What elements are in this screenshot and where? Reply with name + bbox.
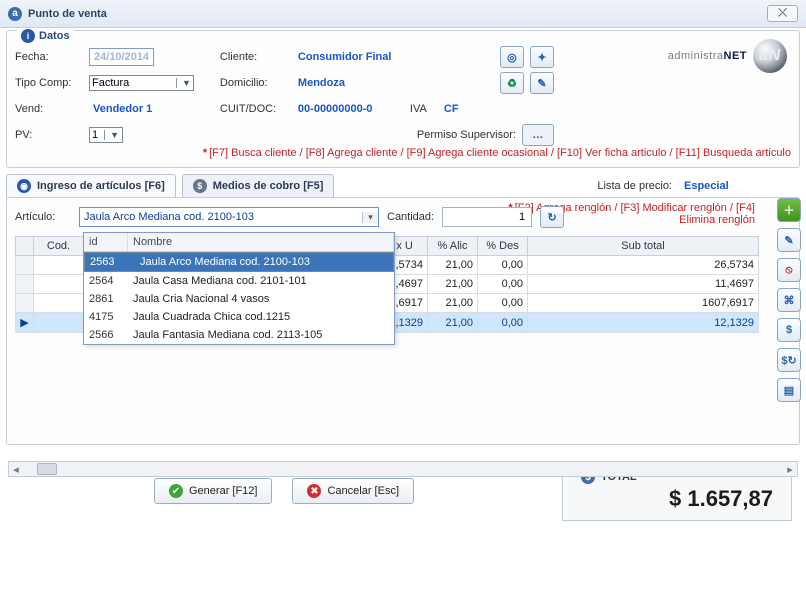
cantidad-label: Cantidad: [387, 211, 434, 223]
tab-ingreso[interactable]: ◉ Ingreso de artículos [F6] [6, 174, 176, 198]
tab-ingreso-label: Ingreso de artículos [F6] [37, 180, 165, 192]
pv-value: 1 [92, 129, 98, 141]
close-button[interactable]: ⤬ [767, 5, 798, 22]
datos-panel: i Datos administraNET aN Fecha: 24/10/20… [6, 30, 800, 168]
articulo-label: Artículo: [15, 211, 71, 223]
chevron-down-icon[interactable]: ▾ [362, 212, 378, 223]
articulo-panel: *[F2] Agrega renglón / [F3] Modificar re… [6, 197, 800, 445]
cliente-value[interactable]: Consumidor Final [294, 49, 494, 65]
tab-medios[interactable]: $ Medios de cobro [F5] [182, 174, 335, 198]
cycle-button[interactable]: $↻ [777, 348, 801, 372]
permiso-label: Permiso Supervisor: [417, 129, 516, 141]
scroll-left-icon[interactable]: ◂ [9, 463, 23, 476]
add-line-button[interactable]: ＋ [777, 198, 801, 222]
globe-button[interactable]: ♻ [500, 72, 524, 94]
price-button[interactable]: ⌘ [777, 288, 801, 312]
list-button[interactable]: ▤ [777, 378, 801, 402]
tipo-label: Tipo Comp: [15, 77, 83, 89]
domicilio-label: Domicilio: [220, 77, 288, 89]
side-toolbar: ＋ ✎ ⦸ ⌘ $ $↻ ▤ [777, 198, 801, 402]
col-alic[interactable]: % Alic [428, 237, 478, 256]
tipo-select[interactable]: Factura ▼ [89, 75, 194, 91]
vend-value[interactable]: Vendedor 1 [89, 101, 156, 117]
cancel-icon: ✖ [307, 484, 321, 498]
cuit-value[interactable]: 00-00000000-0 [294, 101, 404, 117]
app-icon: a [8, 7, 22, 21]
tipo-value: Factura [92, 77, 170, 89]
suggest-hdr-name: Nombre [128, 233, 394, 251]
edit-line-button[interactable]: ✎ [777, 228, 801, 252]
articulo-combobox[interactable]: ▾ [79, 207, 379, 227]
suggest-option[interactable]: 4175Jaula Cuadrada Chica cod.1215 [84, 308, 394, 326]
cancelar-button[interactable]: ✖ Cancelar [Esc] [292, 478, 414, 504]
brand-text2: NET [724, 50, 748, 62]
window-title: Punto de venta [28, 8, 107, 20]
iva-label: IVA [410, 103, 434, 115]
permiso-button[interactable]: … [522, 124, 554, 146]
suggest-option[interactable]: 2563Jaula Arco Mediana cod. 2100-103 [84, 252, 394, 272]
cuit-label: CUIT/DOC: [220, 103, 288, 115]
dollar-button[interactable]: $ [777, 318, 801, 342]
shortcut-hint-top: *[F7] Busca cliente / [F8] Agrega client… [15, 147, 791, 159]
cancelar-label: Cancelar [Esc] [327, 485, 399, 497]
grid-rowhead [16, 237, 34, 256]
chevron-down-icon: ▼ [176, 78, 191, 88]
cliente-label: Cliente: [220, 51, 288, 63]
total-amount: $ 1.657,87 [669, 486, 773, 512]
domicilio-value[interactable]: Mendoza [294, 75, 494, 91]
title-bar: a Punto de venta ⤬ [0, 0, 806, 28]
fecha-label: Fecha: [15, 51, 83, 63]
cart-icon: ◉ [17, 179, 31, 193]
edit-client-button[interactable]: ✎ [530, 72, 554, 94]
col-cod[interactable]: Cod. [34, 237, 84, 256]
iva-value[interactable]: CF [440, 101, 530, 117]
cantidad-input[interactable]: 1 [442, 207, 532, 227]
col-des[interactable]: % Des [478, 237, 528, 256]
tabs-bar: ◉ Ingreso de artículos [F6] $ Medios de co… [6, 174, 800, 198]
scroll-right-icon[interactable]: ▸ [783, 463, 797, 476]
generar-button[interactable]: ✔ Generar [F12] [154, 478, 272, 504]
articulo-input[interactable] [80, 208, 362, 226]
articulo-suggestions: idNombre 2563Jaula Arco Mediana cod. 210… [83, 232, 395, 345]
lista-label: Lista de precio: [597, 180, 672, 192]
lista-value[interactable]: Especial [680, 178, 800, 194]
brand-text1: administra [668, 50, 724, 62]
generar-label: Generar [F12] [189, 485, 257, 497]
brand-badge: aN [753, 39, 787, 73]
tab-medios-label: Medios de cobro [F5] [213, 180, 324, 192]
suggest-option[interactable]: 2566Jaula Fantasia Mediana cod. 2113-105 [84, 326, 394, 344]
scroll-thumb[interactable] [37, 463, 57, 475]
refresh-button[interactable]: ↻ [540, 206, 564, 228]
h-scrollbar[interactable]: ◂ ▸ [8, 461, 798, 477]
suggest-option[interactable]: 2861Jaula Cria Nacional 4 vasos [84, 290, 394, 308]
check-icon: ✔ [169, 484, 183, 498]
pv-label: PV: [15, 129, 83, 141]
add-client-button[interactable]: ✦ [530, 46, 554, 68]
search-client-button[interactable]: ◎ [500, 46, 524, 68]
suggest-option[interactable]: 2564Jaula Casa Mediana cod. 2101-101 [84, 272, 394, 290]
datos-heading-text: Datos [39, 30, 70, 42]
datos-heading: i Datos [17, 29, 74, 43]
money-icon: $ [193, 179, 207, 193]
delete-line-button[interactable]: ⦸ [777, 258, 801, 282]
chevron-down-icon: ▼ [104, 130, 119, 140]
suggest-hdr-id: id [84, 233, 128, 251]
pv-select[interactable]: 1▼ [89, 127, 123, 143]
vend-label: Vend: [15, 103, 83, 115]
col-sub[interactable]: Sub total [528, 237, 759, 256]
info-icon: i [21, 29, 35, 43]
fecha-input[interactable]: 24/10/2014 [89, 48, 154, 66]
brand-logo: administraNET aN [668, 39, 787, 73]
